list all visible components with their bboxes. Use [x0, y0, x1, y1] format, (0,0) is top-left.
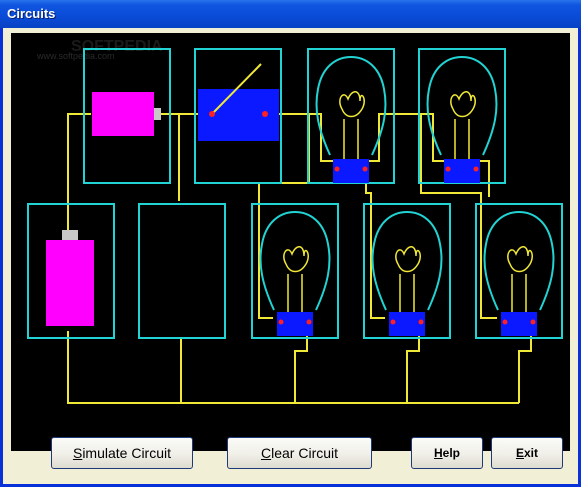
simulate-circuit-button[interactable]: Simulate Circuit	[51, 437, 193, 469]
app-window: Circuits SOFTPEDIA www.softpedia.com S i…	[0, 0, 581, 487]
wire-segment	[406, 336, 420, 403]
circuit-board: SOFTPEDIA www.softpedia.com	[27, 38, 563, 404]
help-mnemonic: H	[433, 446, 443, 460]
empty-slot[interactable]	[141, 206, 223, 336]
simulate-label: imulate Circuit	[82, 445, 172, 461]
simulate-mnemonic: S	[72, 445, 83, 461]
knife-switch-icon[interactable]	[198, 63, 279, 141]
wire-segment	[518, 336, 532, 403]
circuit-canvas[interactable]: SOFTPEDIA www.softpedia.com	[11, 33, 570, 451]
wire-segment	[294, 336, 308, 403]
wire-segment	[479, 160, 490, 197]
help-button[interactable]: Help	[411, 437, 483, 469]
exit-button[interactable]: Exit	[491, 437, 563, 469]
watermark-url: www.softpedia.com	[36, 51, 115, 61]
window-title: Circuits	[7, 6, 56, 21]
light-bulb-icon[interactable]	[426, 55, 498, 183]
exit-mnemonic: E	[515, 446, 524, 460]
client-area: SOFTPEDIA www.softpedia.com S imulate Ci…	[3, 28, 578, 484]
title-bar[interactable]: Circuits	[0, 0, 581, 28]
battery-icon[interactable]	[92, 92, 161, 136]
wires	[67, 113, 532, 404]
clear-label: lear Circuit	[271, 445, 339, 461]
exit-label: xit	[524, 446, 539, 460]
wire-segment	[67, 331, 519, 404]
clear-mnemonic: C	[260, 445, 272, 461]
battery-icon[interactable]	[46, 230, 94, 326]
help-label: elp	[442, 446, 460, 460]
light-bulb-icon[interactable]	[315, 55, 387, 183]
clear-circuit-button[interactable]: Clear Circuit	[227, 437, 372, 469]
